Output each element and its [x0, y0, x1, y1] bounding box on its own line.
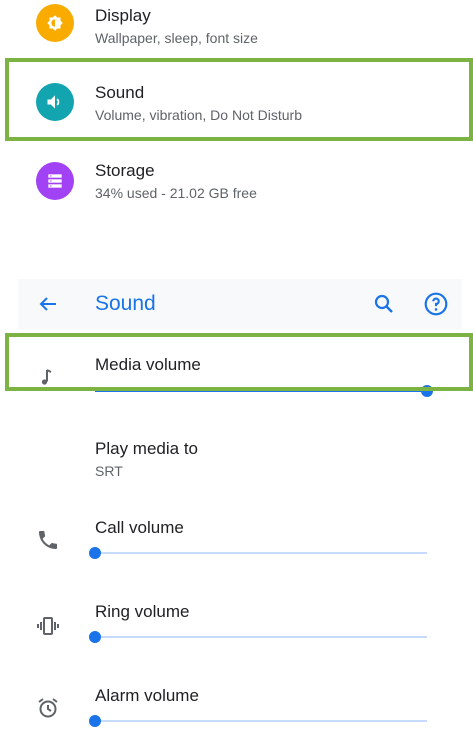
- phone-icon: [36, 528, 60, 552]
- media-volume-highlight: [5, 333, 473, 391]
- storage-title: Storage: [95, 161, 155, 180]
- help-icon[interactable]: [423, 291, 449, 317]
- search-icon[interactable]: [372, 292, 396, 316]
- display-brightness-icon: [36, 4, 74, 42]
- page-title: Sound: [95, 292, 156, 315]
- volume-icon: [36, 83, 74, 121]
- settings-item-storage[interactable]: Storage 34% used - 21.02 GB free: [0, 150, 473, 220]
- slider-thumb[interactable]: [89, 547, 101, 559]
- slider-thumb[interactable]: [421, 385, 433, 397]
- alarm-volume-slider[interactable]: [89, 714, 427, 728]
- ring-volume-label: Ring volume: [95, 602, 190, 621]
- display-subtitle: Wallpaper, sleep, font size: [95, 30, 258, 46]
- storage-icon: [36, 162, 74, 200]
- media-volume-slider[interactable]: [95, 384, 433, 398]
- slider-track: [95, 552, 427, 554]
- play-media-to-label[interactable]: Play media to: [95, 439, 198, 459]
- display-title: Display: [95, 6, 151, 25]
- alarm-volume-label: Alarm volume: [95, 686, 199, 705]
- alarm-icon: [36, 696, 60, 720]
- slider-fill: [95, 390, 427, 392]
- storage-subtitle: 34% used - 21.02 GB free: [95, 185, 257, 201]
- sound-title: Sound: [95, 83, 145, 102]
- sound-app-bar: Sound: [18, 279, 462, 329]
- vibrate-icon: [36, 614, 60, 638]
- ring-volume-slider[interactable]: [89, 630, 427, 644]
- call-volume-slider[interactable]: [89, 546, 427, 560]
- sound-subtitle: Volume, vibration, Do Not Disturb: [95, 107, 302, 123]
- slider-track: [95, 720, 427, 722]
- slider-thumb[interactable]: [89, 631, 101, 643]
- slider-track: [95, 636, 427, 638]
- media-volume-label: Media volume: [95, 355, 201, 374]
- settings-item-sound[interactable]: Sound Volume, vibration, Do Not Disturb: [0, 60, 473, 130]
- arrow-back-icon[interactable]: [36, 292, 60, 316]
- call-volume-label: Call volume: [95, 518, 184, 537]
- play-media-to-value: SRT: [95, 463, 123, 479]
- slider-thumb[interactable]: [89, 715, 101, 727]
- music-note-icon: [36, 366, 60, 390]
